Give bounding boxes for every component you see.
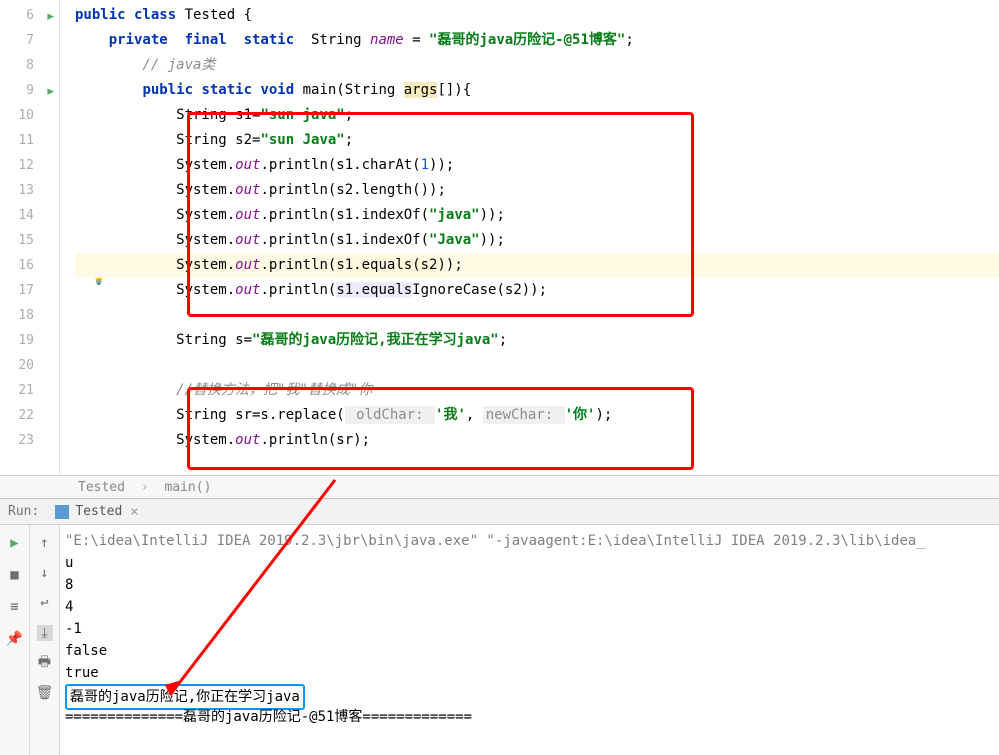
line-number: 21: [0, 378, 59, 403]
run-config-name[interactable]: Tested: [75, 504, 122, 519]
code-line[interactable]: String s="磊哥的java历险记,我正在学习java";: [75, 328, 999, 353]
layout-icon[interactable]: ≡: [7, 599, 23, 615]
code-line[interactable]: System.out.println(s1.equalsIgnoreCase(s…: [75, 278, 999, 303]
code-line[interactable]: String s2="sun Java";: [75, 128, 999, 153]
code-line[interactable]: public static void main(String args[]){: [75, 78, 999, 103]
close-icon[interactable]: ×: [130, 504, 138, 520]
code-line[interactable]: System.out.println(s1.indexOf("Java"));: [75, 228, 999, 253]
line-number: 10: [0, 103, 59, 128]
line-number: 22: [0, 403, 59, 428]
down-icon[interactable]: ↓: [37, 565, 53, 581]
code-content[interactable]: public class Tested { private final stat…: [60, 0, 999, 475]
line-number: 14: [0, 203, 59, 228]
line-number: 7: [0, 28, 59, 53]
gutter: 6▶ 7 8 9▶ 10 11 12 13 14 15 16 17 18 19 …: [0, 0, 60, 475]
run-tool-window: Run: Tested × ▶ ■ ≡ 📌 ↑ ↓ ↩ ⤓ 🖶 🗑 "E:\id…: [0, 498, 999, 755]
console-line: true: [65, 662, 999, 684]
code-line[interactable]: private final static String name = "磊哥的j…: [75, 28, 999, 53]
line-number: 20: [0, 353, 59, 378]
code-line[interactable]: [75, 353, 999, 378]
console-line: ==============磊哥的java历险记-@51博客==========…: [65, 706, 999, 728]
code-line[interactable]: System.out.println(s1.charAt(1));: [75, 153, 999, 178]
run-header: Run: Tested ×: [0, 499, 999, 525]
run-toolbar-primary: ▶ ■ ≡ 📌: [0, 525, 30, 755]
run-label: Run:: [8, 504, 39, 519]
console-line: u: [65, 552, 999, 574]
run-toolbar-secondary: ↑ ↓ ↩ ⤓ 🖶 🗑: [30, 525, 60, 755]
line-number: 18: [0, 303, 59, 328]
soft-wrap-icon[interactable]: ↩: [37, 595, 53, 611]
line-number: 11: [0, 128, 59, 153]
line-number: 15: [0, 228, 59, 253]
run-marker-icon[interactable]: ▶: [47, 78, 54, 103]
code-line[interactable]: //替换方法，把"我"替换成"你: [75, 378, 999, 403]
code-editor[interactable]: 6▶ 7 8 9▶ 10 11 12 13 14 15 16 17 18 19 …: [0, 0, 999, 475]
console-line: 4: [65, 596, 999, 618]
breadcrumb-item[interactable]: main(): [164, 480, 211, 495]
line-number: 16: [0, 253, 59, 278]
line-number: 19: [0, 328, 59, 353]
console-line: 磊哥的java历险记,你正在学习java: [65, 684, 999, 706]
code-line[interactable]: public class Tested {: [75, 3, 999, 28]
line-number: 6▶: [0, 3, 59, 28]
breadcrumb[interactable]: Tested › main(): [0, 475, 999, 498]
stop-icon[interactable]: ■: [7, 567, 23, 583]
console-output[interactable]: "E:\idea\IntelliJ IDEA 2019.2.3\jbr\bin\…: [60, 525, 999, 755]
code-line[interactable]: System.out.println(s2.length());: [75, 178, 999, 203]
code-line[interactable]: System.out.println(sr);: [75, 428, 999, 453]
scroll-to-end-icon[interactable]: ⤓: [37, 625, 53, 641]
console-line: 8: [65, 574, 999, 596]
rerun-icon[interactable]: ▶: [7, 535, 23, 551]
line-number: 9▶: [0, 78, 59, 103]
line-number: 8: [0, 53, 59, 78]
code-line-current[interactable]: System.out.println(s1.equals(s2));: [75, 253, 999, 278]
console-line: "E:\idea\IntelliJ IDEA 2019.2.3\jbr\bin\…: [65, 530, 999, 552]
print-icon[interactable]: 🖶: [37, 655, 53, 671]
line-number: 23: [0, 428, 59, 453]
code-line[interactable]: [75, 303, 999, 328]
line-number: 13: [0, 178, 59, 203]
code-line[interactable]: String s1="sun java";: [75, 103, 999, 128]
up-icon[interactable]: ↑: [37, 535, 53, 551]
code-line[interactable]: // java类: [75, 53, 999, 78]
chevron-right-icon: ›: [141, 480, 149, 495]
run-config-icon: [55, 505, 69, 519]
line-number: 17: [0, 278, 59, 303]
trash-icon[interactable]: 🗑: [37, 685, 53, 701]
console-line: false: [65, 640, 999, 662]
pin-icon[interactable]: 📌: [7, 631, 23, 647]
line-number: 12: [0, 153, 59, 178]
run-marker-icon[interactable]: ▶: [47, 3, 54, 28]
breadcrumb-item[interactable]: Tested: [78, 480, 125, 495]
code-line[interactable]: String sr=s.replace( oldChar: '我', newCh…: [75, 403, 999, 428]
code-line[interactable]: System.out.println(s1.indexOf("java"));: [75, 203, 999, 228]
console-line: -1: [65, 618, 999, 640]
